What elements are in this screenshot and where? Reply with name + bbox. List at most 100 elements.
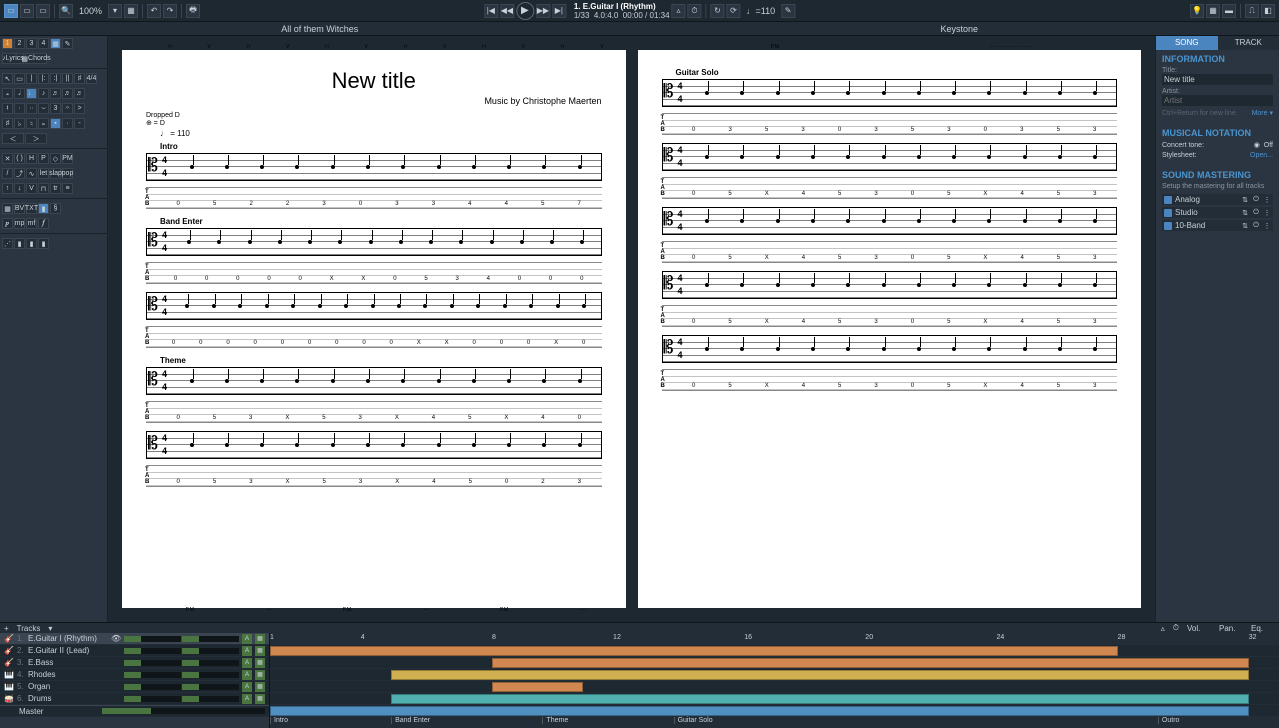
dot-icon[interactable]: · (14, 103, 25, 114)
dynamics-p-icon[interactable]: 𝆏 (2, 218, 13, 229)
eighth-note-icon[interactable]: ♪ (38, 88, 49, 99)
skip-start-icon[interactable]: |◀ (484, 4, 498, 18)
eq-auto-icon[interactable]: ▮ (38, 238, 49, 249)
notation-staff[interactable]: 𝄡44 (662, 143, 1118, 171)
grid-icon[interactable]: ▦ (124, 4, 138, 18)
hammer-icon[interactable]: H (26, 153, 37, 164)
artist-input[interactable] (1162, 95, 1273, 106)
marker-outro[interactable]: Outro (1158, 717, 1183, 724)
key-icon[interactable]: ♯ (74, 73, 85, 84)
marker-theme[interactable]: Theme (542, 717, 571, 724)
doc-tab-left[interactable]: All of them Witches (0, 22, 640, 36)
tab-staff[interactable]: TAB 035303530353 (662, 113, 1118, 135)
automation-b-icon[interactable]: ▦ (255, 658, 265, 668)
clip[interactable] (391, 670, 1249, 680)
keyboard-icon[interactable]: ▬ (1222, 4, 1236, 18)
text-icon[interactable]: TXT (26, 203, 37, 214)
half-note-icon[interactable]: 𝅗𝅥 (14, 88, 25, 99)
power-icon[interactable]: ⏻ (1252, 196, 1260, 204)
undo-icon[interactable]: ↶ (147, 4, 161, 18)
title-input[interactable] (1162, 74, 1273, 85)
automation-a-icon[interactable]: A (242, 670, 252, 680)
concert-tone-toggle[interactable]: ◉ Off (1254, 141, 1273, 149)
page-3-button[interactable]: 3 (26, 38, 37, 49)
downstroke-icon[interactable]: ↓ (14, 183, 25, 194)
bend-icon[interactable]: ⤴ (14, 168, 25, 179)
view-screen-icon[interactable]: ▭ (20, 4, 34, 18)
notation-staff[interactable]: 𝄡44 (662, 335, 1118, 363)
rest-icon[interactable]: 𝄽 (2, 103, 13, 114)
pan-auto-icon[interactable]: ▮ (26, 238, 37, 249)
automation-a-icon[interactable]: A (242, 682, 252, 692)
multitrack-icon[interactable]: ▦ (50, 38, 61, 49)
page-1-button[interactable]: 1 (2, 38, 13, 49)
tab-song[interactable]: SONG (1156, 36, 1218, 50)
accent-icon[interactable]: > (74, 103, 85, 114)
trill-icon[interactable]: tr (50, 183, 61, 194)
fermata-icon[interactable]: 𝄐 (62, 103, 73, 114)
track-row[interactable]: 🥁6.Drums A▦ (0, 693, 269, 705)
rewind-icon[interactable]: ◀◀ (500, 4, 514, 18)
slide-icon[interactable]: / (2, 168, 13, 179)
score-page-2[interactable]: Guitar Solo 𝄡44 P.M.- - - - - - - - - - … (638, 50, 1142, 608)
staccato-icon[interactable]: · (62, 118, 73, 129)
sixteenth-note-icon[interactable]: ♬ (50, 88, 61, 99)
zoom-value[interactable]: 100% (75, 6, 106, 16)
print-icon[interactable]: 🖶 (186, 4, 200, 18)
pm-icon[interactable]: PM (62, 153, 73, 164)
automation-b-icon[interactable]: ▦ (255, 682, 265, 692)
clip[interactable] (492, 682, 583, 692)
play-button[interactable]: ▶ (516, 2, 534, 20)
repeat-start-icon[interactable]: |: (38, 73, 49, 84)
dynamics-f-icon[interactable]: 𝆑 (38, 218, 49, 229)
cursor-icon[interactable]: ↖ (2, 73, 13, 84)
select-icon[interactable]: ▭ (14, 73, 25, 84)
marker-band-enter[interactable]: Band Enter (391, 717, 433, 724)
pick-up-icon[interactable]: V (26, 183, 37, 194)
tab-staff[interactable]: TAB 053X53X45023 (146, 465, 602, 487)
master-track-row[interactable]: Master (0, 705, 269, 717)
upstroke-icon[interactable]: ↑ (2, 183, 13, 194)
notation-staff[interactable]: 𝄡44 (662, 207, 1118, 235)
tab-track[interactable]: TRACK (1218, 36, 1279, 50)
tab-staff[interactable]: TAB 052230334457 (146, 187, 602, 209)
redo-icon[interactable]: ↷ (163, 4, 177, 18)
clip[interactable] (391, 694, 1249, 704)
crescendo-icon[interactable]: ＜ (2, 133, 24, 144)
chord-icon[interactable]: ▦ (2, 203, 13, 214)
chords-button[interactable]: ▦ Chords (25, 53, 47, 64)
double-bar-icon[interactable]: || (62, 73, 73, 84)
speed-icon[interactable]: ⟳ (727, 4, 741, 18)
notation-staff[interactable]: 𝄡44 (146, 367, 602, 395)
marker-intro[interactable]: Intro (270, 717, 291, 724)
tempo-value[interactable]: ♩=110 (743, 6, 780, 16)
more-icon[interactable]: ⋮ (1263, 196, 1271, 204)
sixtyfourth-note-icon[interactable]: ♬ (74, 88, 85, 99)
score-page-1[interactable]: New title Music by Christophe Maerten Dr… (122, 50, 626, 608)
mixer-icon[interactable]: ⎍ (1245, 4, 1259, 18)
stylesheet-open-link[interactable]: Open... (1250, 152, 1273, 159)
more-icon[interactable]: ⋮ (1263, 222, 1271, 230)
automation-a-icon[interactable]: A (242, 646, 252, 656)
toggle-metronome-icon[interactable]: ▵ (1161, 624, 1165, 633)
pull-icon[interactable]: P (38, 153, 49, 164)
clip[interactable] (270, 706, 1249, 716)
tab-staff[interactable]: TAB 05X45305X453 (662, 369, 1118, 391)
dead-note-icon[interactable]: ✕ (2, 153, 13, 164)
let-ring-icon[interactable]: let (38, 168, 49, 179)
decrescendo-icon[interactable]: ＞ (25, 133, 47, 144)
vol-auto-icon[interactable]: ▮ (14, 238, 25, 249)
effect-row-analog[interactable]: Analog ⇅ ⏻ ⋮ (1162, 194, 1273, 205)
more-link[interactable]: More ▾ (1252, 109, 1273, 117)
reorder-icon[interactable]: ⇅ (1241, 196, 1249, 204)
track-row[interactable]: 🎸2.E.Guitar II (Lead) A▦ (0, 645, 269, 657)
tab-staff[interactable]: TAB 053X53X45X40 (146, 401, 602, 423)
toggle-countin-icon[interactable]: ⏱ (1173, 623, 1179, 633)
automation-b-icon[interactable]: ▦ (255, 670, 265, 680)
notation-staff[interactable]: 𝄡 44 (146, 153, 602, 181)
loop-icon[interactable]: ↻ (711, 4, 725, 18)
power-icon[interactable]: ⏻ (1252, 222, 1260, 230)
view-split-icon[interactable]: ▭ (36, 4, 50, 18)
track-row[interactable]: 🎸3.E.Bass A▦ (0, 657, 269, 669)
double-sharp-icon[interactable]: 𝄪 (38, 118, 49, 129)
